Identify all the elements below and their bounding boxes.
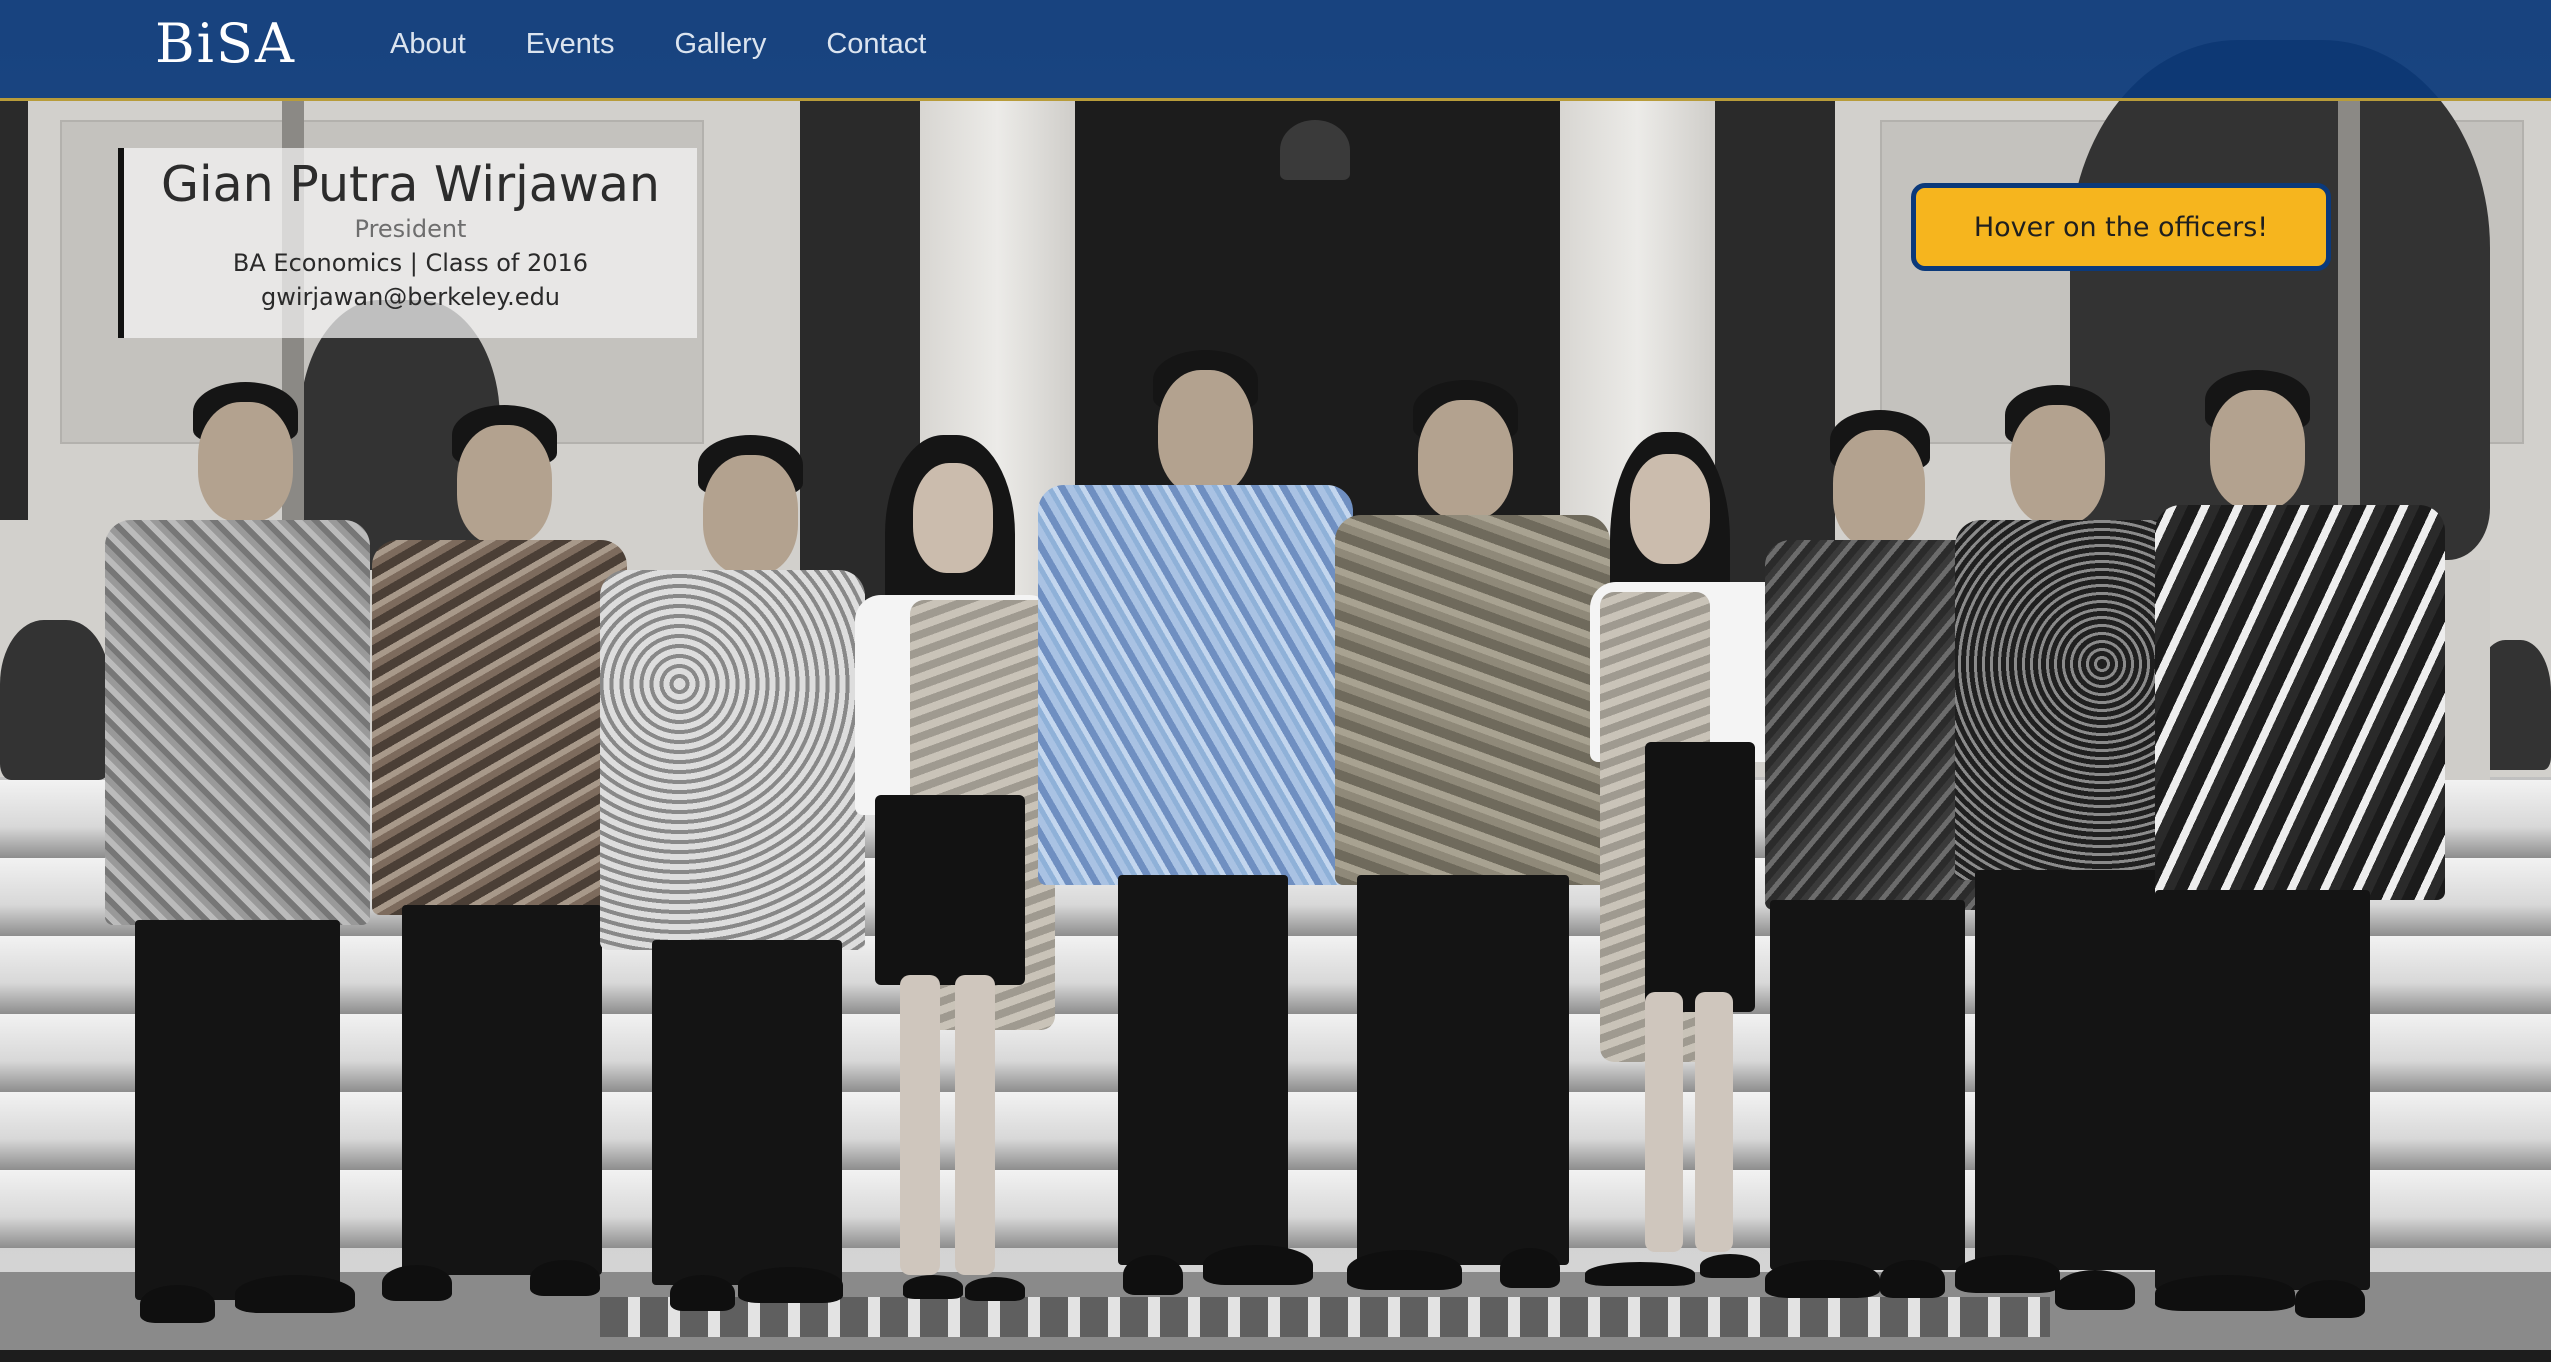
officer-figure[interactable] [1335, 380, 1615, 1305]
nav-link-gallery[interactable]: Gallery [674, 28, 766, 61]
officer-figure[interactable] [1575, 432, 1790, 1302]
window [0, 100, 28, 520]
top-navbar: BiSA About Events Gallery Contact [0, 0, 2551, 101]
ceiling-lamp [1280, 120, 1350, 180]
nav-link-contact[interactable]: Contact [826, 28, 926, 61]
officer-figure[interactable] [105, 380, 370, 1340]
bisa-logo[interactable]: BiSA [155, 12, 296, 75]
officer-info-card: Gian Putra Wirjawan President BA Economi… [118, 148, 697, 338]
nav-link-about[interactable]: About [390, 28, 466, 61]
officer-email[interactable]: gwirjawan@berkeley.edu [124, 283, 697, 311]
main-nav: About Events Gallery Contact [390, 28, 926, 61]
officer-figure[interactable] [372, 405, 632, 1325]
nav-link-events[interactable]: Events [526, 28, 615, 61]
hover-officers-button[interactable]: Hover on the officers! [1911, 183, 2331, 271]
officer-figure[interactable] [855, 435, 1060, 1315]
officer-figure[interactable] [600, 435, 870, 1315]
hedge [0, 620, 110, 780]
officer-name: Gian Putra Wirjawan [161, 156, 660, 213]
officer-figure[interactable] [1038, 350, 1353, 1315]
officer-figure[interactable] [2155, 370, 2450, 1330]
page-bottom-edge [0, 1350, 2551, 1362]
officer-degree: BA Economics | Class of 2016 [232, 249, 589, 277]
officer-role: President [354, 215, 467, 243]
